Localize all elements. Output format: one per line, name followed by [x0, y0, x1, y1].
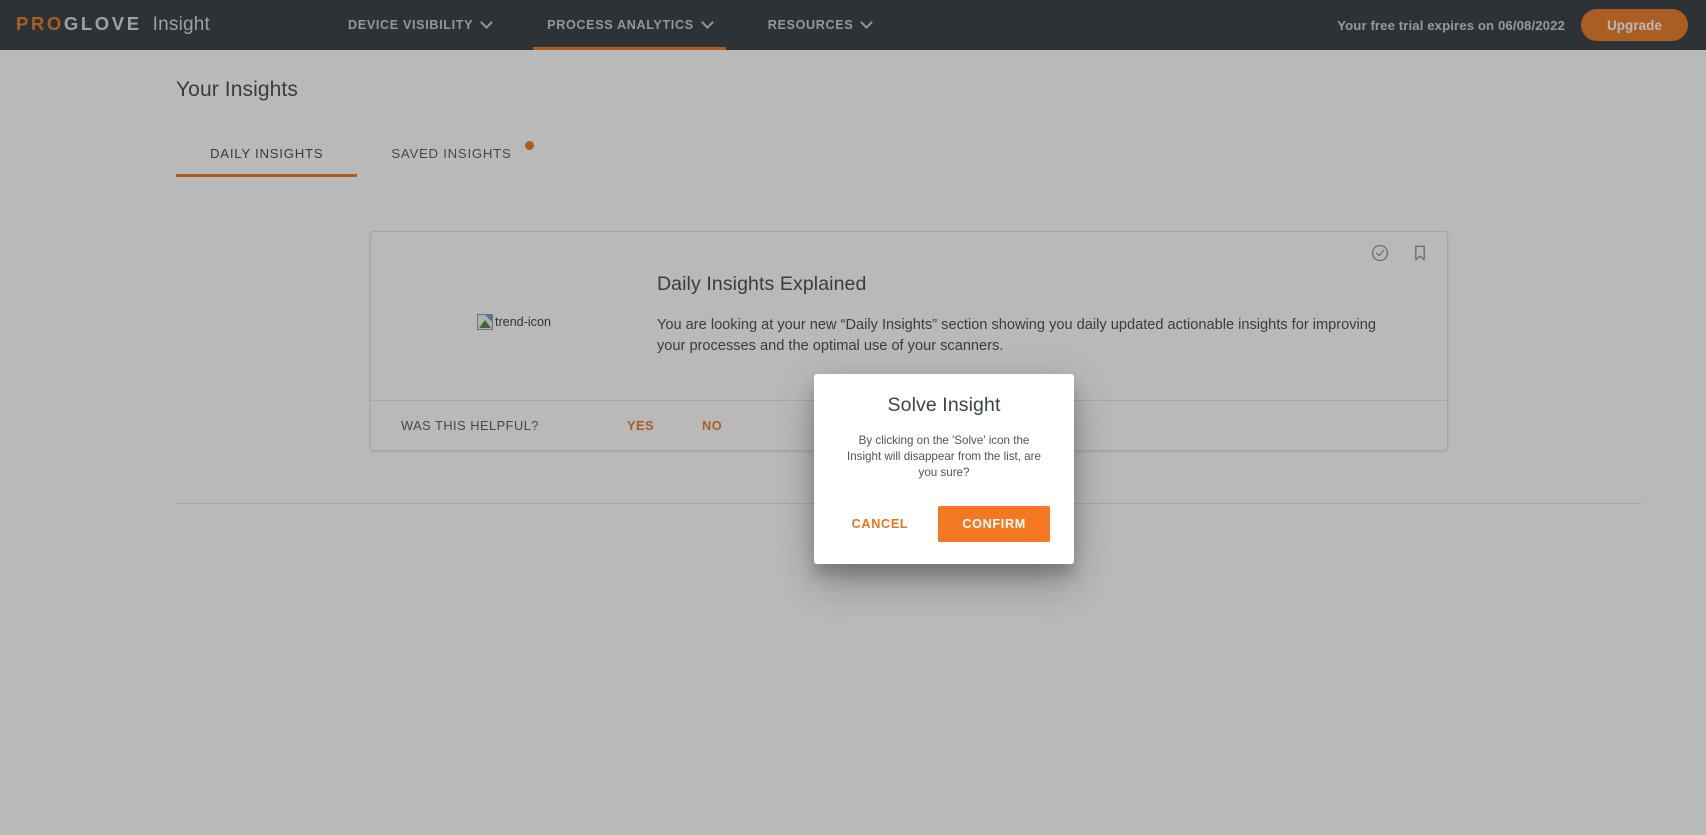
cancel-button[interactable]: CANCEL	[838, 508, 923, 540]
dialog-message: By clicking on the 'Solve' icon the Insi…	[847, 434, 1041, 479]
confirm-button[interactable]: CONFIRM	[938, 506, 1050, 543]
dialog-title: Solve Insight	[887, 394, 1001, 416]
dialog-actions: CANCEL CONFIRM	[838, 506, 1050, 543]
solve-insight-dialog: Solve Insight By clicking on the 'Solve'…	[814, 374, 1074, 565]
